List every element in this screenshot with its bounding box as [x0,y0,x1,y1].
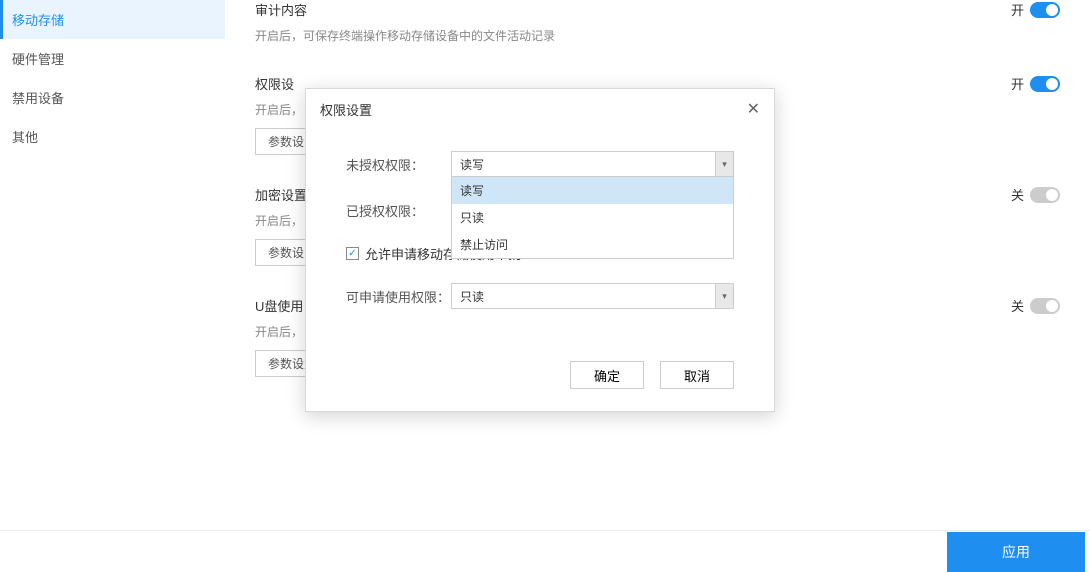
section-audit: 审计内容 开 开启后，可保存终端操作移动存储设备中的文件活动记录 [255,0,1060,44]
sidebar-item-hardware[interactable]: 硬件管理 [0,39,225,78]
close-icon[interactable]: ✕ [747,99,760,119]
auth-label: 已授权权限： [346,201,451,220]
encrypt-toggle[interactable] [1030,187,1060,203]
audit-desc: 开启后，可保存终端操作移动存储设备中的文件活动记录 [255,27,1060,44]
chevron-down-icon: ▾ [715,284,733,308]
unauth-label: 未授权权限： [346,155,451,174]
ok-button[interactable]: 确定 [570,361,644,389]
dropdown-option-readonly[interactable]: 只读 [452,204,733,231]
audit-toggle-label: 开 [1011,0,1024,19]
sidebar: 移动存储 硬件管理 禁用设备 其他 [0,0,225,572]
permission-toggle[interactable] [1030,76,1060,92]
unauth-select[interactable]: 读写 ▾ [451,151,734,177]
apply-button[interactable]: 应用 [947,532,1085,572]
usb-title: U盘使用 [255,296,303,315]
cancel-button[interactable]: 取消 [660,361,734,389]
unauth-dropdown: 读写 只读 禁止访问 [451,177,734,259]
usb-toggle[interactable] [1030,298,1060,314]
usb-toggle-label: 关 [1011,296,1024,315]
approval-checkbox[interactable]: ✓ [346,247,359,260]
footer: 应用 [0,530,1090,572]
audit-title: 审计内容 [255,0,307,19]
permission-toggle-label: 开 [1011,74,1024,93]
dropdown-option-forbid[interactable]: 禁止访问 [452,231,733,258]
modal-title: 权限设置 [320,100,372,119]
dropdown-option-readwrite[interactable]: 读写 [452,177,733,204]
sidebar-item-disable-device[interactable]: 禁用设备 [0,78,225,117]
apply-perm-select[interactable]: 只读 ▾ [451,283,734,309]
sidebar-item-other[interactable]: 其他 [0,117,225,156]
unauth-select-value: 读写 [460,156,484,173]
chevron-down-icon: ▾ [715,152,733,176]
apply-perm-label: 可申请使用权限： [346,287,451,306]
encrypt-toggle-label: 关 [1011,185,1024,204]
permission-modal: 权限设置 ✕ 未授权权限： 读写 ▾ 读写 只读 禁止访问 已授权权限： ✓ 允… [305,88,775,412]
sidebar-item-mobile-storage[interactable]: 移动存储 [0,0,225,39]
apply-perm-select-value: 只读 [460,288,484,305]
audit-toggle[interactable] [1030,2,1060,18]
permission-title: 权限设 [255,74,294,93]
encrypt-title: 加密设置 [255,185,307,204]
